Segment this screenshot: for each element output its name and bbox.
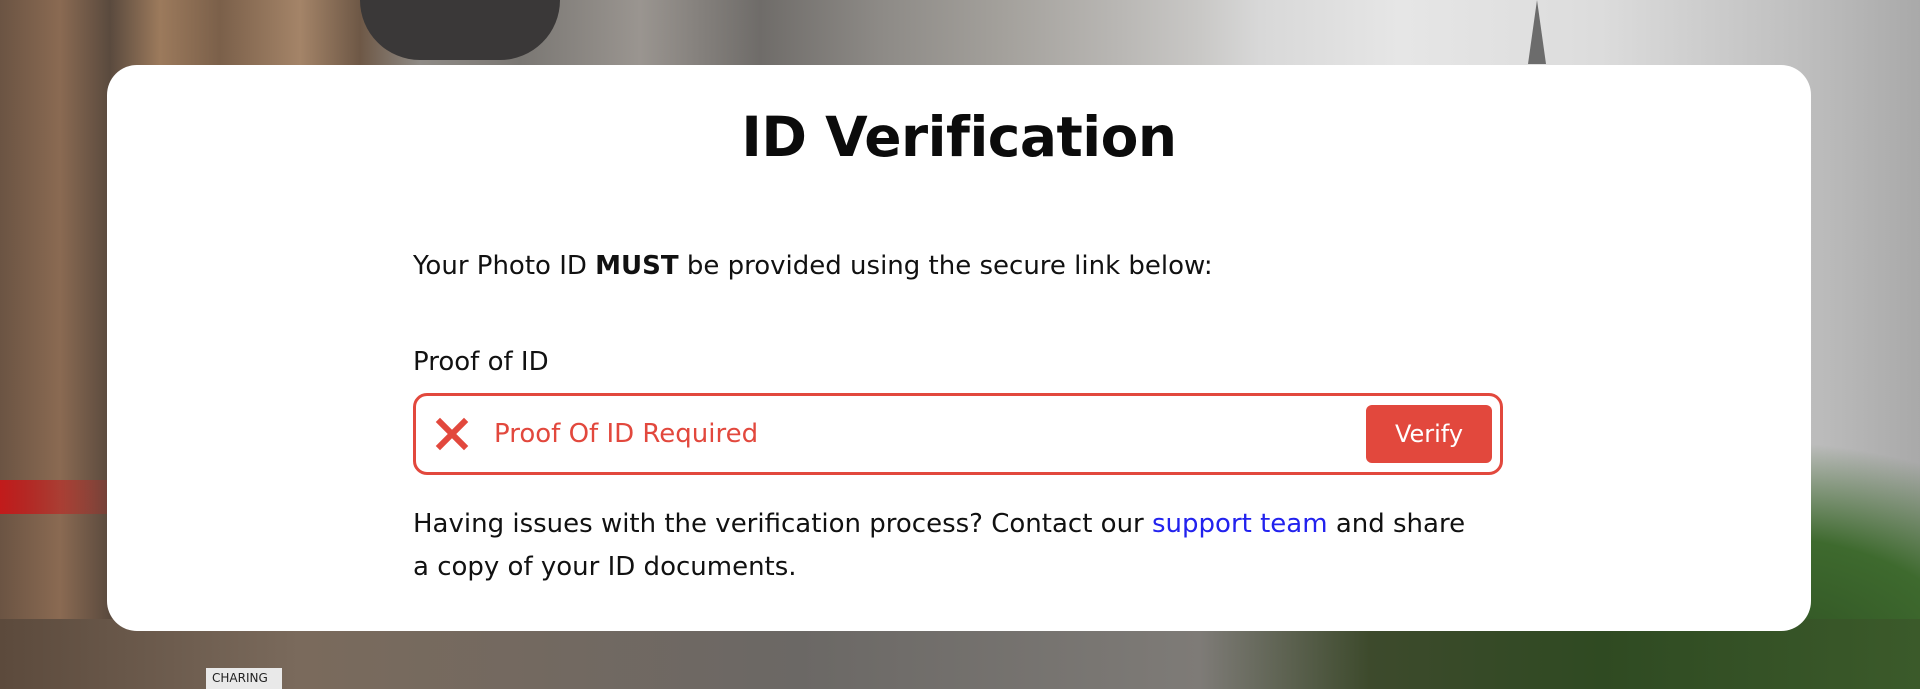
proof-status-text: Proof Of ID Required bbox=[494, 419, 759, 449]
x-icon bbox=[432, 414, 472, 454]
page-title: ID Verification bbox=[741, 105, 1177, 169]
intro-suffix: be provided using the secure link below: bbox=[678, 251, 1213, 281]
red-bus-stripe bbox=[0, 480, 110, 514]
intro-emphasis: MUST bbox=[595, 251, 679, 281]
verify-button[interactable]: Verify bbox=[1366, 405, 1492, 463]
help-prefix: Having issues with the verification proc… bbox=[413, 509, 1153, 539]
help-text: Having issues with the verification proc… bbox=[413, 503, 1473, 589]
intro-prefix: Your Photo ID bbox=[413, 251, 596, 281]
street-sign: CHARING bbox=[206, 668, 282, 689]
proof-of-id-field: Proof Of ID Required Verify bbox=[413, 393, 1503, 475]
verification-card: ID Verification Your Photo ID MUST be pr… bbox=[107, 65, 1811, 631]
street-lamp bbox=[360, 0, 560, 60]
intro-text: Your Photo ID MUST be provided using the… bbox=[413, 251, 1213, 281]
support-team-link[interactable]: support team bbox=[1152, 509, 1328, 539]
proof-of-id-label: Proof of ID bbox=[413, 347, 549, 377]
